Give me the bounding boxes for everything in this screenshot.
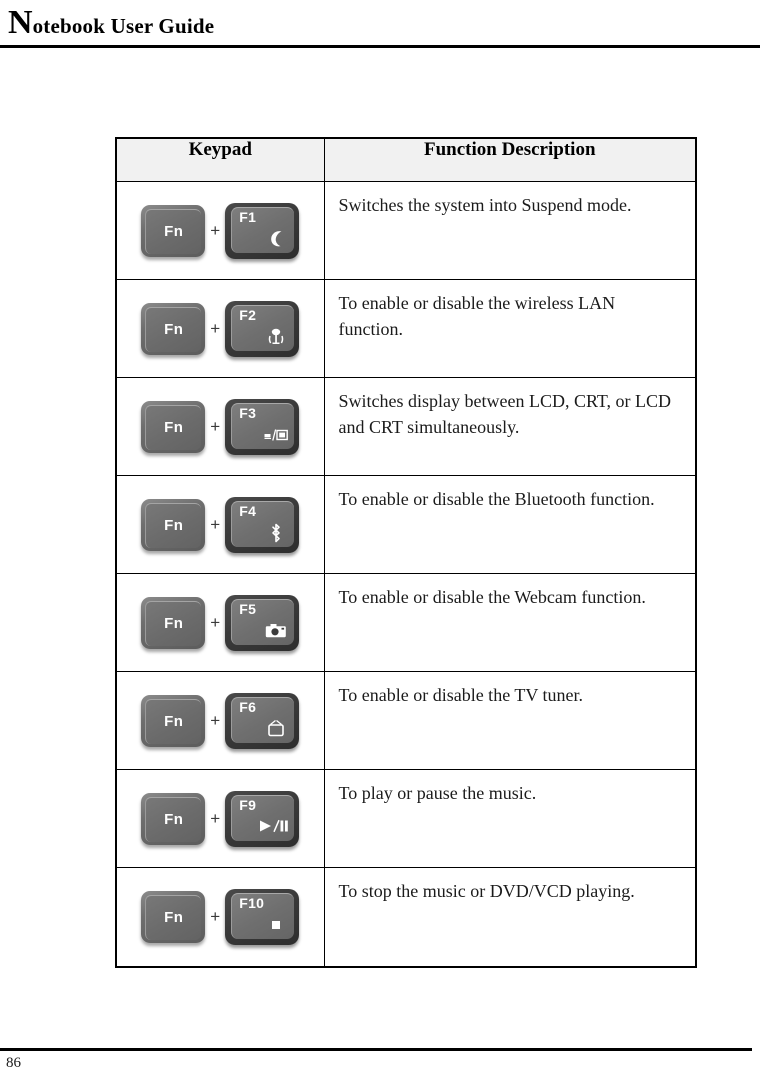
fn-key-label: Fn xyxy=(164,419,184,436)
table-body: Fn + F1 Switches the system into Suspend… xyxy=(115,181,697,967)
keypad-cell: Fn + F4 xyxy=(115,475,325,574)
page-number: 86 xyxy=(6,1055,21,1071)
function-key-label: F5 xyxy=(239,600,257,617)
key-combo: Fn + F4 xyxy=(117,496,324,553)
table-row: Fn + F1 Switches the system into Suspend… xyxy=(115,181,697,280)
key-combo: Fn + F5 xyxy=(117,594,324,651)
moon-suspend-icon xyxy=(263,227,289,251)
title-text: otebook User Guide xyxy=(32,14,215,38)
fn-key-label: Fn xyxy=(164,223,184,240)
header-divider xyxy=(0,45,760,48)
plus-separator: + xyxy=(210,809,221,828)
fn-key: Fn xyxy=(141,204,206,257)
keypad-cell: Fn + F5 xyxy=(115,573,325,672)
description-cell: To enable or disable the wireless LAN fu… xyxy=(323,279,697,378)
fn-key-label: Fn xyxy=(164,517,184,534)
footer-divider xyxy=(0,1048,752,1051)
key-combo: Fn + F2 xyxy=(117,300,324,357)
table-row: Fn + F10 To stop the music or DVD/VCD pl… xyxy=(115,867,697,967)
fn-key: Fn xyxy=(141,890,206,943)
tv-tuner-icon xyxy=(263,717,289,741)
function-key-label: F1 xyxy=(239,208,257,225)
function-key: F4 xyxy=(225,496,300,553)
function-key-label: F10 xyxy=(239,894,265,911)
description-cell: To enable or disable the Bluetooth funct… xyxy=(323,475,697,574)
bluetooth-icon xyxy=(263,521,289,545)
keypad-cell: Fn + F9 xyxy=(115,769,325,868)
key-combo: Fn + F6 xyxy=(117,692,324,749)
function-key-label: F3 xyxy=(239,404,257,421)
description-cell: To stop the music or DVD/VCD playing. xyxy=(323,867,697,967)
function-key: F9 xyxy=(225,790,300,847)
description-cell: To play or pause the music. xyxy=(323,769,697,868)
description-cell: Switches display between LCD, CRT, or LC… xyxy=(323,377,697,476)
plus-separator: + xyxy=(210,417,221,436)
keypad-cell: Fn + F1 xyxy=(115,181,325,280)
keypad-cell: Fn + F3 xyxy=(115,377,325,476)
plus-separator: + xyxy=(210,613,221,632)
function-key-label: F4 xyxy=(239,502,257,519)
fn-key: Fn xyxy=(141,302,206,355)
plus-separator: + xyxy=(210,319,221,338)
function-key-label: F6 xyxy=(239,698,257,715)
play-pause-icon xyxy=(257,814,291,838)
column-header-function-description: Function Description xyxy=(323,137,697,182)
fn-key-label: Fn xyxy=(164,713,184,730)
webcam-camera-icon xyxy=(263,619,289,643)
function-key: F2 xyxy=(225,300,300,357)
description-cell: Switches the system into Suspend mode. xyxy=(323,181,697,280)
table-row: Fn + F3 Switches display between LCD, CR… xyxy=(115,377,697,476)
table-row: Fn + F5 To enable or disable the Webcam … xyxy=(115,573,697,672)
function-key: F1 xyxy=(225,202,300,259)
fn-key: Fn xyxy=(141,400,206,453)
plus-separator: + xyxy=(210,907,221,927)
function-key: F10 xyxy=(225,888,300,945)
description-cell: To enable or disable the TV tuner. xyxy=(323,671,697,770)
table-row: Fn + F2 To enable or disable the wireles… xyxy=(115,279,697,378)
key-combo: Fn + F3 xyxy=(117,398,324,455)
fn-key: Fn xyxy=(141,694,206,747)
fn-key: Fn xyxy=(141,596,206,649)
document-page: Notebook User Guide Keypad Function Desc… xyxy=(0,0,760,1079)
table-row: Fn + F6 To enable or disable the TV tune… xyxy=(115,671,697,770)
display-switch-icon xyxy=(263,423,289,447)
fn-key-label: Fn xyxy=(164,615,184,632)
function-key: F3 xyxy=(225,398,300,455)
fn-key-label: Fn xyxy=(164,811,184,828)
plus-separator: + xyxy=(210,221,221,240)
table-row: Fn + F9 To play or pause the music. xyxy=(115,769,697,868)
fn-key: Fn xyxy=(141,498,206,551)
stop-icon xyxy=(263,913,289,937)
fn-key-label: Fn xyxy=(164,909,184,927)
keypad-cell: Fn + F2 xyxy=(115,279,325,378)
document-header: Notebook User Guide xyxy=(8,6,752,46)
page-title: Notebook User Guide xyxy=(8,6,752,40)
function-key-label: F2 xyxy=(239,306,257,323)
key-combo: Fn + F10 xyxy=(117,888,324,945)
description-cell: To enable or disable the Webcam function… xyxy=(323,573,697,672)
keypad-cell: Fn + F6 xyxy=(115,671,325,770)
function-key-label: F9 xyxy=(239,796,257,813)
table-header: Keypad Function Description xyxy=(115,137,697,182)
plus-separator: + xyxy=(210,515,221,534)
fn-key: Fn xyxy=(141,792,206,845)
plus-separator: + xyxy=(210,711,221,730)
column-header-keypad: Keypad xyxy=(115,137,325,182)
key-combo: Fn + F1 xyxy=(117,202,324,259)
function-key: F5 xyxy=(225,594,300,651)
key-combo: Fn + F9 xyxy=(117,790,324,847)
title-dropcap: N xyxy=(8,4,33,41)
fn-key-label: Fn xyxy=(164,321,184,338)
table-header-row: Keypad Function Description xyxy=(115,137,697,182)
table-row: Fn + F4 To enable or disable the Bluetoo… xyxy=(115,475,697,574)
keypad-function-table: Keypad Function Description Fn + F1 Swit… xyxy=(115,137,697,968)
function-key: F6 xyxy=(225,692,300,749)
wireless-lan-icon xyxy=(263,325,289,349)
keypad-cell: Fn + F10 xyxy=(115,867,325,967)
